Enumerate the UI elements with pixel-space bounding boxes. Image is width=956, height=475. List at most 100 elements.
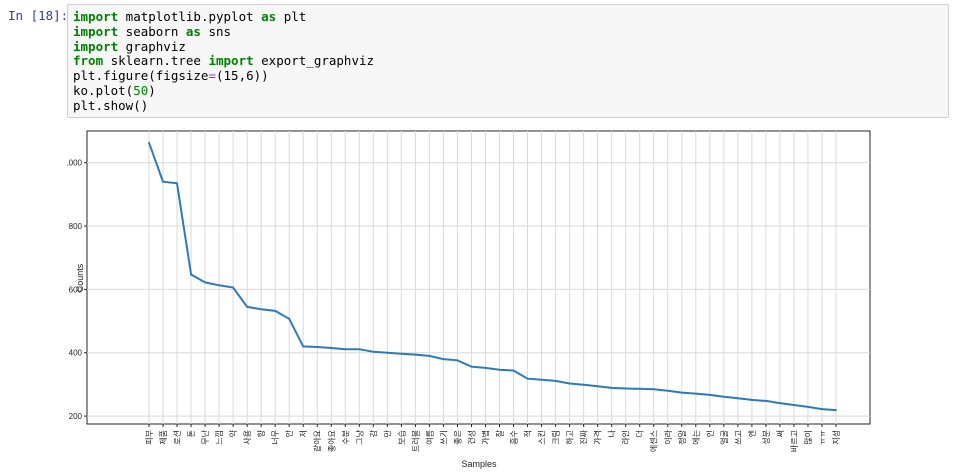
code-line: from sklearn.tree import export_graphviz: [73, 53, 948, 69]
data-point: [442, 358, 445, 360]
x-tick-label: 에는: [692, 430, 701, 445]
x-tick-label: 톤: [187, 430, 196, 437]
data-point: [372, 350, 375, 353]
data-point: [652, 388, 655, 391]
data-point: [330, 347, 333, 349]
code-token: plt.show(): [73, 97, 149, 113]
data-point: [750, 399, 753, 401]
code-line: import matplotlib.pyplot as plt: [73, 9, 948, 25]
x-tick-label: 보습: [397, 430, 406, 445]
code-editor[interactable]: import matplotlib.pyplot as plt import se…: [68, 5, 948, 114]
x-tick-label: 라인: [621, 430, 631, 445]
data-point: [779, 402, 781, 404]
x-tick-label: 진짜: [579, 429, 589, 444]
code-token: import: [73, 9, 119, 24]
x-tick-label: 트러블: [410, 430, 420, 452]
y-tick-label: 1000: [67, 159, 83, 168]
x-tick-label: 수분: [341, 430, 350, 445]
code-token: export_graphviz: [253, 53, 375, 69]
x-tick-label: 저: [299, 430, 308, 437]
x-tick-label: 무난: [201, 429, 210, 444]
data-point: [554, 380, 557, 382]
code-token: import: [73, 23, 119, 39]
data-point: [288, 317, 291, 320]
code-token: plt: [276, 9, 307, 24]
x-tick-label: 지성: [832, 430, 841, 445]
code-line: import seaborn as sns: [73, 23, 948, 40]
x-axis: 피부 제품 로션 톤 무난 느낌 약 사용 향 너무 안 저 같아요 좋아요 수분 그냥 감 만 보습 트러블 여름 쓰기…: [145, 424, 841, 452]
code-token: (15,6)): [216, 68, 269, 84]
data-point: [666, 389, 669, 392]
data-point: [624, 387, 627, 390]
x-tick-label: 엔: [747, 430, 757, 437]
code-token: as: [261, 9, 277, 24]
code-token: sklearn.tree: [103, 53, 209, 69]
x-tick-label: 약: [228, 429, 238, 437]
x-tick-label: 나: [608, 429, 617, 437]
x-tick-label: 스킨: [537, 430, 547, 445]
code-line: import graphviz: [73, 38, 948, 55]
data-point: [274, 310, 277, 312]
x-tick-label: ㅠㅠ: [818, 430, 827, 445]
data-point: [386, 351, 389, 354]
data-point: [232, 286, 235, 289]
data-point: [680, 391, 683, 394]
code-token: plt.figure(figsize: [73, 68, 209, 84]
data-point: [498, 368, 501, 371]
x-tick-label: 써: [776, 430, 785, 437]
data-point: [512, 369, 515, 372]
code-cell[interactable]: import matplotlib.pyplot as plt import se…: [67, 4, 949, 118]
data-point: [162, 180, 164, 183]
code-token: import: [208, 53, 254, 69]
code-token: sns: [200, 23, 232, 39]
x-axis-label: Samples: [461, 459, 497, 469]
data-point: [190, 273, 192, 276]
x-tick-label: 느낌: [214, 430, 224, 445]
data-point: [428, 354, 431, 357]
data-point: [638, 387, 641, 390]
data-point: [694, 392, 697, 395]
x-tick-label: 적: [523, 430, 533, 437]
line-chart: 2004006008001000 피부제품로션톤무난느낌약사용향너무안저같아요좋…: [64, 130, 871, 469]
data-point: [260, 308, 263, 311]
code-token: ): [148, 82, 156, 98]
data-point: [358, 348, 361, 351]
output-area: 2004006008001000 피부제품로션톤무난느낌약사용향너무안저같아요좋…: [64, 120, 887, 475]
data-point: [148, 141, 150, 144]
data-point: [344, 348, 347, 351]
x-tick-label: 건성: [466, 430, 476, 445]
x-tick-label: 좋은: [453, 430, 462, 445]
code-token: ko.plot(: [73, 82, 134, 98]
x-tick-label: 같아요: [312, 430, 322, 452]
x-tick-label: 크림: [551, 430, 561, 445]
x-tick-label: 로션: [172, 430, 182, 445]
code-token: import: [73, 38, 119, 54]
code-line: plt.figure(figsize=(15,6)): [73, 68, 948, 84]
code-line: plt.show(): [73, 97, 948, 114]
data-point: [540, 378, 543, 381]
code-line: ko.plot(50): [73, 82, 948, 99]
x-tick-label: 사용: [243, 430, 252, 445]
data-point: [526, 377, 529, 380]
x-tick-label: 정말: [677, 429, 687, 444]
x-tick-label: 얼굴: [719, 430, 729, 445]
x-tick-label: 바르고: [789, 430, 799, 452]
data-point: [835, 409, 837, 411]
x-tick-label: 흡수: [509, 430, 519, 445]
data-point: [246, 305, 249, 308]
data-point: [218, 284, 221, 287]
plot-frame: [86, 130, 871, 425]
x-tick-label: 제품: [159, 430, 168, 445]
data-point: [456, 359, 459, 362]
x-tick-label: 여름: [424, 430, 434, 445]
code-token: graphviz: [118, 38, 186, 54]
x-tick-label: 많이: [803, 430, 813, 445]
data-point: [484, 367, 487, 369]
data-point: [568, 382, 571, 385]
x-tick-label: 가격: [593, 430, 603, 445]
x-tick-label: 향: [257, 429, 266, 437]
cell-prompt: In [18]:: [8, 8, 69, 23]
data-point: [764, 399, 767, 402]
y-tick-label: 400: [69, 349, 83, 358]
data-point: [610, 386, 613, 389]
